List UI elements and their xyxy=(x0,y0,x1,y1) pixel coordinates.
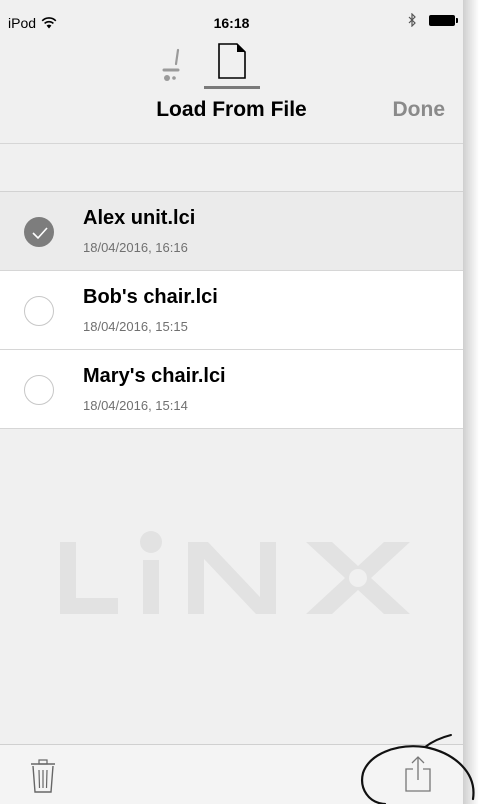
trash-icon[interactable] xyxy=(30,759,56,793)
selected-tab-indicator xyxy=(204,86,260,89)
done-button[interactable]: Done xyxy=(393,98,446,122)
wheelchair-icon[interactable] xyxy=(160,44,186,84)
file-name: Alex unit.lci xyxy=(83,207,196,229)
file-row[interactable]: Alex unit.lci 18/04/2016, 16:16 xyxy=(0,192,463,271)
status-time: 16:18 xyxy=(213,15,250,31)
file-date: 18/04/2016, 15:15 xyxy=(83,319,188,334)
bluetooth-icon xyxy=(408,13,416,27)
status-bar: iPod 16:18 xyxy=(0,0,463,40)
linx-logo-watermark xyxy=(60,531,410,614)
document-icon[interactable] xyxy=(216,42,248,80)
bottom-toolbar xyxy=(0,744,463,804)
battery-icon xyxy=(429,14,458,26)
file-row[interactable]: Bob's chair.lci 18/04/2016, 15:15 xyxy=(0,271,463,350)
device-edge-shadow xyxy=(463,0,479,804)
nav-divider xyxy=(0,143,463,144)
app-screen: iPod 16:18 Load From File Done Alex unit… xyxy=(0,0,463,804)
file-date: 18/04/2016, 16:16 xyxy=(83,240,188,255)
status-right xyxy=(408,13,458,27)
mode-tabs xyxy=(0,40,463,92)
share-icon[interactable] xyxy=(404,755,432,793)
checkmark-icon[interactable] xyxy=(24,217,54,247)
file-name: Mary's chair.lci xyxy=(83,365,226,387)
file-row[interactable]: Mary's chair.lci 18/04/2016, 15:14 xyxy=(0,350,463,429)
radio-circle-icon[interactable] xyxy=(24,296,54,326)
radio-circle-icon[interactable] xyxy=(24,375,54,405)
file-name: Bob's chair.lci xyxy=(83,286,218,308)
file-date: 18/04/2016, 15:14 xyxy=(83,398,188,413)
file-list: Alex unit.lci 18/04/2016, 16:16 Bob's ch… xyxy=(0,191,463,429)
